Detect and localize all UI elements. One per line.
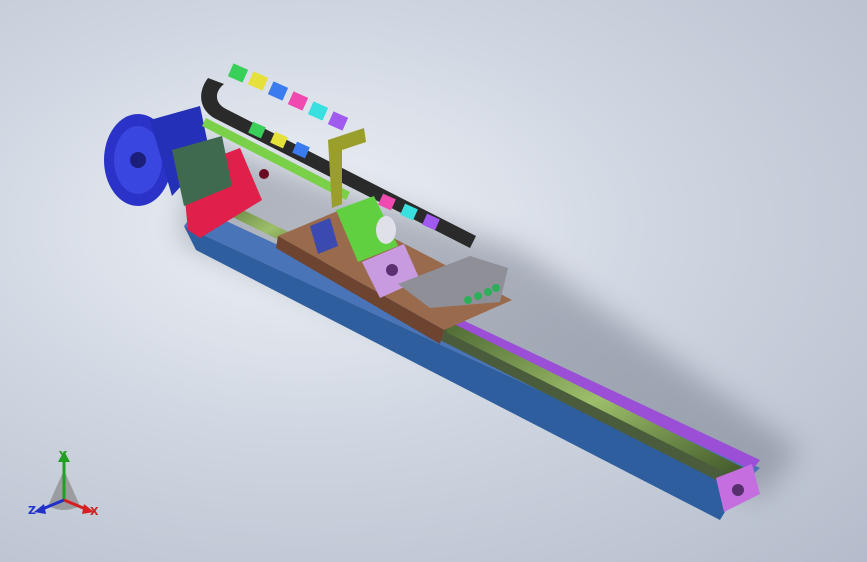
screw-head — [484, 288, 492, 296]
screw-head — [492, 284, 500, 292]
motor-shaft — [130, 152, 146, 168]
x-axis-label: X — [90, 505, 99, 518]
pivot-hole — [386, 264, 398, 276]
z-axis-label: Z — [28, 504, 36, 517]
cad-viewport[interactable]: Y Z X — [0, 0, 867, 562]
end-cap-hole — [732, 484, 744, 496]
cylinder-end — [376, 216, 396, 244]
y-axis-label: Y — [59, 449, 67, 462]
screw-head — [474, 292, 482, 300]
bracket-hole — [259, 169, 269, 179]
screw-head — [464, 296, 472, 304]
linear-actuator-model[interactable] — [0, 0, 867, 562]
